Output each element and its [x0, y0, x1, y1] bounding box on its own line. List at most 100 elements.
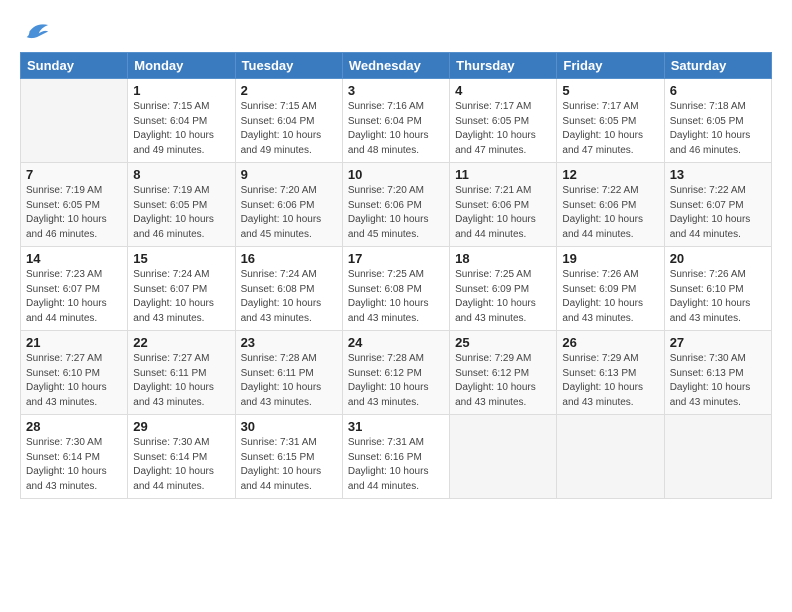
day-number: 7 — [26, 167, 122, 182]
day-number: 18 — [455, 251, 551, 266]
day-number: 31 — [348, 419, 444, 434]
calendar-day-header: Thursday — [450, 53, 557, 79]
day-number: 13 — [670, 167, 766, 182]
calendar-cell: 13 Sunrise: 7:22 AM Sunset: 6:07 PM Dayli… — [664, 163, 771, 247]
calendar-week-row: 21 Sunrise: 7:27 AM Sunset: 6:10 PM Dayli… — [21, 331, 772, 415]
day-info: Sunrise: 7:30 AM Sunset: 6:14 PM Dayligh… — [133, 436, 229, 494]
day-number: 15 — [133, 251, 229, 266]
day-number: 28 — [26, 419, 122, 434]
calendar-day-header: Friday — [557, 53, 664, 79]
calendar-header-row: SundayMondayTuesdayWednesdayThursdayFrid… — [21, 53, 772, 79]
calendar-day-header: Sunday — [21, 53, 128, 79]
calendar-day-header: Wednesday — [342, 53, 449, 79]
calendar-cell: 21 Sunrise: 7:27 AM Sunset: 6:10 PM Dayli… — [21, 331, 128, 415]
calendar-cell: 17Sunrise: 7:25 AM Sunset: 6:08 PM Dayli… — [342, 247, 449, 331]
calendar-cell: 5 Sunrise: 7:17 AM Sunset: 6:05 PM Daylig… — [557, 79, 664, 163]
day-number: 29 — [133, 419, 229, 434]
day-info: Sunrise: 7:27 AM Sunset: 6:10 PM Dayligh… — [26, 352, 122, 410]
calendar-week-row: 14 Sunrise: 7:23 AM Sunset: 6:07 PM Dayli… — [21, 247, 772, 331]
logo-bird-icon — [22, 18, 50, 46]
calendar-cell: 22 Sunrise: 7:27 AM Sunset: 6:11 PM Dayli… — [128, 331, 235, 415]
calendar-cell: 12 Sunrise: 7:22 AM Sunset: 6:06 PM Dayli… — [557, 163, 664, 247]
day-info: Sunrise: 7:26 AM Sunset: 6:10 PM Dayligh… — [670, 268, 766, 326]
day-number: 9 — [241, 167, 337, 182]
calendar-cell: 1Sunrise: 7:15 AM Sunset: 6:04 PM Daylig… — [128, 79, 235, 163]
day-info: Sunrise: 7:16 AM Sunset: 6:04 PM Dayligh… — [348, 100, 444, 158]
calendar-cell: 4 Sunrise: 7:17 AM Sunset: 6:05 PM Daylig… — [450, 79, 557, 163]
calendar-cell: 8Sunrise: 7:19 AM Sunset: 6:05 PM Daylig… — [128, 163, 235, 247]
calendar-cell: 24Sunrise: 7:28 AM Sunset: 6:12 PM Dayli… — [342, 331, 449, 415]
day-info: Sunrise: 7:15 AM Sunset: 6:04 PM Dayligh… — [133, 100, 229, 158]
day-info: Sunrise: 7:27 AM Sunset: 6:11 PM Dayligh… — [133, 352, 229, 410]
day-number: 27 — [670, 335, 766, 350]
day-info: Sunrise: 7:19 AM Sunset: 6:05 PM Dayligh… — [133, 184, 229, 242]
day-info: Sunrise: 7:29 AM Sunset: 6:13 PM Dayligh… — [562, 352, 658, 410]
day-number: 19 — [562, 251, 658, 266]
day-number: 12 — [562, 167, 658, 182]
calendar-cell: 25 Sunrise: 7:29 AM Sunset: 6:12 PM Dayli… — [450, 331, 557, 415]
page-container: SundayMondayTuesdayWednesdayThursdayFrid… — [0, 0, 792, 509]
logo — [20, 18, 50, 42]
calendar-cell: 30 Sunrise: 7:31 AM Sunset: 6:15 PM Dayli… — [235, 415, 342, 499]
calendar-table: SundayMondayTuesdayWednesdayThursdayFrid… — [20, 52, 772, 499]
day-number: 11 — [455, 167, 551, 182]
day-info: Sunrise: 7:21 AM Sunset: 6:06 PM Dayligh… — [455, 184, 551, 242]
day-info: Sunrise: 7:20 AM Sunset: 6:06 PM Dayligh… — [241, 184, 337, 242]
day-info: Sunrise: 7:25 AM Sunset: 6:09 PM Dayligh… — [455, 268, 551, 326]
day-info: Sunrise: 7:28 AM Sunset: 6:11 PM Dayligh… — [241, 352, 337, 410]
day-number: 22 — [133, 335, 229, 350]
calendar-cell: 28 Sunrise: 7:30 AM Sunset: 6:14 PM Dayli… — [21, 415, 128, 499]
day-info: Sunrise: 7:20 AM Sunset: 6:06 PM Dayligh… — [348, 184, 444, 242]
calendar-cell: 26 Sunrise: 7:29 AM Sunset: 6:13 PM Dayli… — [557, 331, 664, 415]
day-number: 16 — [241, 251, 337, 266]
day-number: 30 — [241, 419, 337, 434]
day-number: 5 — [562, 83, 658, 98]
calendar-cell: 7 Sunrise: 7:19 AM Sunset: 6:05 PM Daylig… — [21, 163, 128, 247]
day-number: 25 — [455, 335, 551, 350]
calendar-cell: 16 Sunrise: 7:24 AM Sunset: 6:08 PM Dayli… — [235, 247, 342, 331]
day-number: 6 — [670, 83, 766, 98]
day-number: 4 — [455, 83, 551, 98]
day-info: Sunrise: 7:17 AM Sunset: 6:05 PM Dayligh… — [562, 100, 658, 158]
day-number: 24 — [348, 335, 444, 350]
calendar-week-row: 28 Sunrise: 7:30 AM Sunset: 6:14 PM Dayli… — [21, 415, 772, 499]
day-info: Sunrise: 7:17 AM Sunset: 6:05 PM Dayligh… — [455, 100, 551, 158]
day-info: Sunrise: 7:24 AM Sunset: 6:08 PM Dayligh… — [241, 268, 337, 326]
calendar-cell: 23 Sunrise: 7:28 AM Sunset: 6:11 PM Dayli… — [235, 331, 342, 415]
calendar-cell: 29 Sunrise: 7:30 AM Sunset: 6:14 PM Dayli… — [128, 415, 235, 499]
calendar-cell — [664, 415, 771, 499]
calendar-cell: 18 Sunrise: 7:25 AM Sunset: 6:09 PM Dayli… — [450, 247, 557, 331]
day-number: 14 — [26, 251, 122, 266]
day-number: 2 — [241, 83, 337, 98]
day-info: Sunrise: 7:22 AM Sunset: 6:07 PM Dayligh… — [670, 184, 766, 242]
day-info: Sunrise: 7:29 AM Sunset: 6:12 PM Dayligh… — [455, 352, 551, 410]
day-number: 17 — [348, 251, 444, 266]
calendar-cell — [450, 415, 557, 499]
calendar-day-header: Tuesday — [235, 53, 342, 79]
calendar-cell: 6 Sunrise: 7:18 AM Sunset: 6:05 PM Daylig… — [664, 79, 771, 163]
calendar-cell: 31 Sunrise: 7:31 AM Sunset: 6:16 PM Dayli… — [342, 415, 449, 499]
calendar-day-header: Saturday — [664, 53, 771, 79]
day-info: Sunrise: 7:22 AM Sunset: 6:06 PM Dayligh… — [562, 184, 658, 242]
day-info: Sunrise: 7:30 AM Sunset: 6:14 PM Dayligh… — [26, 436, 122, 494]
day-number: 3 — [348, 83, 444, 98]
day-number: 23 — [241, 335, 337, 350]
day-number: 21 — [26, 335, 122, 350]
day-info: Sunrise: 7:31 AM Sunset: 6:16 PM Dayligh… — [348, 436, 444, 494]
calendar-cell — [557, 415, 664, 499]
calendar-cell: 3 Sunrise: 7:16 AM Sunset: 6:04 PM Daylig… — [342, 79, 449, 163]
header — [20, 18, 772, 42]
calendar-cell: 19Sunrise: 7:26 AM Sunset: 6:09 PM Dayli… — [557, 247, 664, 331]
calendar-cell: 2Sunrise: 7:15 AM Sunset: 6:04 PM Daylig… — [235, 79, 342, 163]
day-info: Sunrise: 7:23 AM Sunset: 6:07 PM Dayligh… — [26, 268, 122, 326]
calendar-cell: 11 Sunrise: 7:21 AM Sunset: 6:06 PM Dayli… — [450, 163, 557, 247]
day-info: Sunrise: 7:18 AM Sunset: 6:05 PM Dayligh… — [670, 100, 766, 158]
day-info: Sunrise: 7:31 AM Sunset: 6:15 PM Dayligh… — [241, 436, 337, 494]
calendar-day-header: Monday — [128, 53, 235, 79]
day-number: 26 — [562, 335, 658, 350]
day-info: Sunrise: 7:19 AM Sunset: 6:05 PM Dayligh… — [26, 184, 122, 242]
day-number: 10 — [348, 167, 444, 182]
day-number: 20 — [670, 251, 766, 266]
day-info: Sunrise: 7:30 AM Sunset: 6:13 PM Dayligh… — [670, 352, 766, 410]
calendar-cell: 20 Sunrise: 7:26 AM Sunset: 6:10 PM Dayli… — [664, 247, 771, 331]
